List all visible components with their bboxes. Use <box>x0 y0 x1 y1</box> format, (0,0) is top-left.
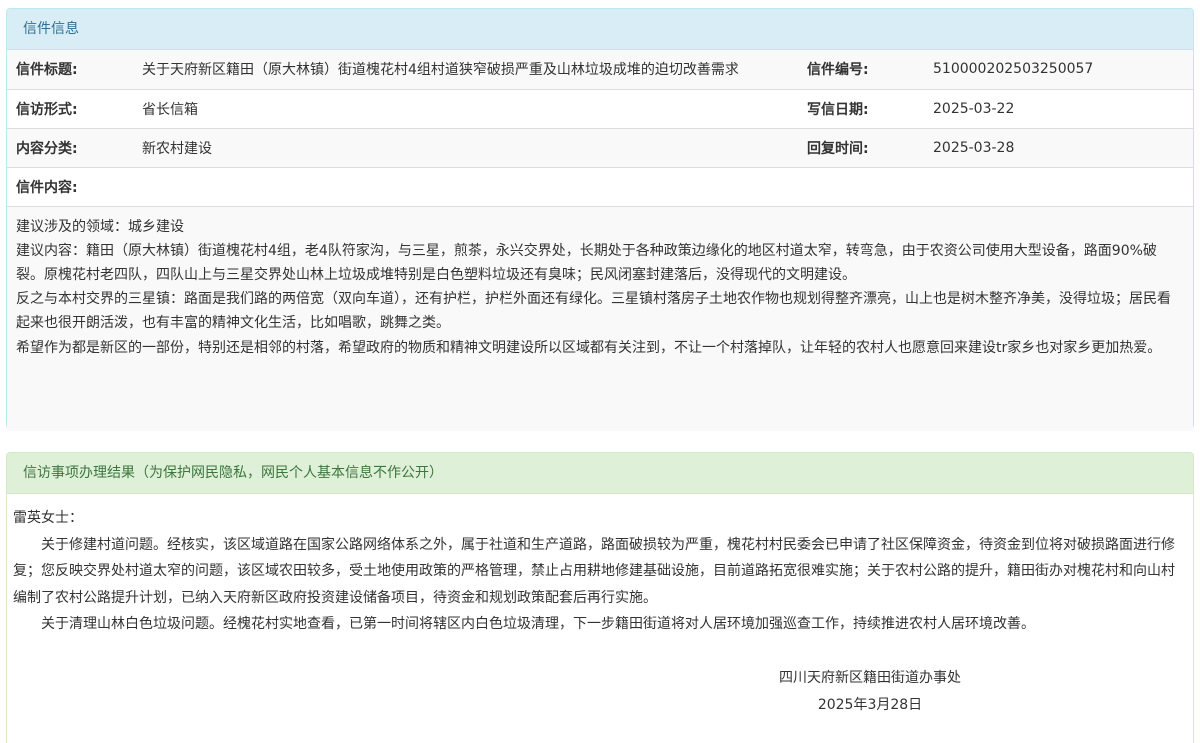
table-row: 内容分类: 新农村建设 回复时间: 2025-03-28 <box>7 128 1193 168</box>
content-paragraph: 建议内容：籍田（原大林镇）街道槐花村4组，老4队符家沟，与三星，煎茶，永兴交界处… <box>16 242 1157 283</box>
content-paragraph: 反之与本村交界的三星镇：路面是我们路的两倍宽（双向车道），还有护栏，护栏外面还有… <box>16 291 1171 332</box>
result-heading: 信访事项办理结果（为保护网民隐私，网民个人基本信息不作公开） <box>7 453 1193 494</box>
letter-number-label: 信件编号: <box>798 50 924 90</box>
letter-number-value: 510000202503250057 <box>924 50 1193 90</box>
result-paragraph: 关于清理山林白色垃圾问题。经槐花村实地查看，已第一时间将辖区内白色垃圾清理，下一… <box>41 616 1035 632</box>
title-value: 关于天府新区籍田（原大林镇）街道槐花村4组村道狭窄破损严重及山林垃圾成堆的迫切改… <box>133 50 798 90</box>
write-date-label: 写信日期: <box>798 89 924 129</box>
table-row: 信访形式: 省长信箱 写信日期: 2025-03-22 <box>7 89 1193 129</box>
category-value: 新农村建设 <box>133 128 798 168</box>
letter-info-heading: 信件信息 <box>7 9 1193 50</box>
content-paragraph: 希望作为都是新区的一部份，特别还是相邻的村落，希望政府的物质和精神文明建设所以区… <box>16 339 1162 356</box>
reply-time-value: 2025-03-28 <box>924 128 1193 168</box>
letter-content: 建议涉及的领域：城乡建设 建议内容：籍田（原大林镇）街道槐花村4组，老4队符家沟… <box>7 206 1193 431</box>
salutation: 雷英女士： <box>13 510 83 526</box>
letter-info-table: 信件标题: 关于天府新区籍田（原大林镇）街道槐花村4组村道狭窄破损严重及山林垃圾… <box>7 50 1193 207</box>
result-paragraph: 关于修建村道问题。经核实，该区域道路在国家公路网络体系之外，属于社道和生产道路，… <box>13 536 1175 606</box>
table-row: 信件内容: <box>7 167 1193 207</box>
title-label: 信件标题: <box>7 50 133 90</box>
reply-time-label: 回复时间: <box>798 128 924 168</box>
signature-block: 四川天府新区籍田街道办事处 2025年3月28日 <box>13 665 1187 719</box>
result-content: 雷英女士： 关于修建村道问题。经核实，该区域道路在国家公路网络体系之外，属于社道… <box>7 494 1193 719</box>
content-label: 信件内容: <box>7 167 1193 207</box>
result-panel: 信访事项办理结果（为保护网民隐私，网民个人基本信息不作公开） 雷英女士： 关于修… <box>6 452 1194 743</box>
reply-date: 2025年3月28日 <box>817 696 923 713</box>
category-label: 内容分类: <box>7 128 133 168</box>
write-date-value: 2025-03-22 <box>924 89 1193 129</box>
content-paragraph: 建议涉及的领域：城乡建设 <box>16 218 184 235</box>
petition-form-value: 省长信箱 <box>133 89 798 129</box>
signature: 四川天府新区籍田街道办事处 <box>779 669 961 686</box>
letter-info-panel: 信件信息 信件标题: 关于天府新区籍田（原大林镇）街道槐花村4组村道狭窄破损严重… <box>6 8 1194 431</box>
petition-form-label: 信访形式: <box>7 89 133 129</box>
table-row: 信件标题: 关于天府新区籍田（原大林镇）街道槐花村4组村道狭窄破损严重及山林垃圾… <box>7 50 1193 90</box>
